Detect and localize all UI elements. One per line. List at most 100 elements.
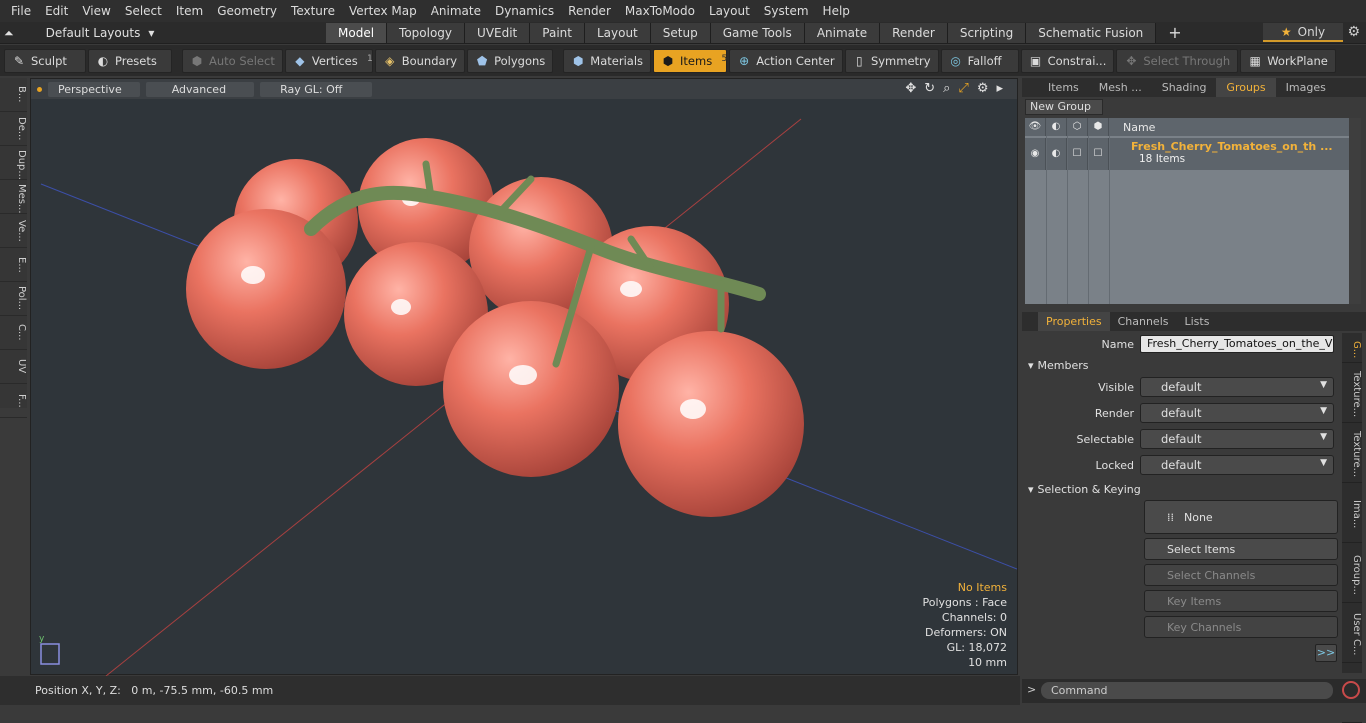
- vertices-button[interactable]: ◆ Vertices 1: [284, 48, 373, 73]
- select-items-button[interactable]: Select Items: [1144, 538, 1338, 560]
- group-row[interactable]: ◉ ◐ ☐ ☐ Fresh_Cherry_Tomatoes_on_th ... …: [1025, 138, 1349, 170]
- menu-item-geometry[interactable]: Geometry: [210, 0, 284, 22]
- menu-item-view[interactable]: View: [75, 0, 117, 22]
- layout-up-icon[interactable]: ⏶: [4, 26, 14, 41]
- side-tab[interactable]: Group...: [1342, 543, 1362, 603]
- menu-item-layout[interactable]: Layout: [702, 0, 757, 22]
- selectable-dropdown[interactable]: default ▼: [1140, 429, 1334, 449]
- key-channels-button[interactable]: Key Channels: [1144, 616, 1338, 638]
- left-tab[interactable]: Dup...: [0, 146, 27, 180]
- tomato[interactable]: [618, 331, 804, 517]
- maximize-icon[interactable]: ⤢: [958, 81, 968, 96]
- menu-item-item[interactable]: Item: [169, 0, 210, 22]
- command-input[interactable]: Command: [1041, 682, 1333, 699]
- none-button[interactable]: ⁞⁞ None: [1144, 500, 1338, 534]
- gear-icon[interactable]: ⚙: [1347, 24, 1360, 40]
- play-icon[interactable]: ▸: [996, 81, 1003, 96]
- menu-item-help[interactable]: Help: [816, 0, 857, 22]
- tab-shading[interactable]: Shading: [1152, 78, 1217, 97]
- render-icon[interactable]: ◐: [1046, 118, 1067, 136]
- tab-images[interactable]: Images: [1276, 78, 1336, 97]
- key-items-button[interactable]: Key Items: [1144, 590, 1338, 612]
- perspective-dropdown[interactable]: Perspective: [48, 81, 140, 97]
- auto-select-button[interactable]: ⬢ Auto Select: [182, 48, 283, 73]
- constraints-button[interactable]: ▣ Constrai...: [1020, 48, 1115, 73]
- tab-uvedit[interactable]: UVEdit: [465, 23, 531, 43]
- tab-properties[interactable]: Properties: [1038, 312, 1110, 331]
- symmetry-button[interactable]: ▯ Symmetry: [844, 48, 939, 73]
- tomato-vine-model[interactable]: [186, 138, 804, 517]
- items-button[interactable]: ⬢ Items 5: [653, 48, 728, 73]
- left-tab[interactable]: B...: [0, 78, 27, 112]
- name-field[interactable]: Fresh_Cherry_Tomatoes_on_the_Vine: [1140, 335, 1334, 353]
- left-tab[interactable]: C...: [0, 316, 27, 350]
- sculpt-button[interactable]: ✎ Sculpt: [4, 48, 86, 73]
- more-button[interactable]: >>: [1315, 644, 1337, 662]
- left-tab[interactable]: De...: [0, 112, 27, 146]
- side-tab[interactable]: User C...: [1342, 603, 1362, 663]
- advanced-dropdown[interactable]: Advanced: [145, 81, 255, 97]
- polygons-button[interactable]: ⬟ Polygons: [467, 48, 554, 73]
- side-tab[interactable]: G...: [1342, 333, 1362, 363]
- raygl-dropdown[interactable]: Ray GL: Off: [260, 81, 373, 97]
- left-tab[interactable]: E...: [0, 248, 27, 282]
- left-tab[interactable]: Mes...: [0, 180, 27, 214]
- gear-icon[interactable]: ⚙: [977, 81, 989, 96]
- materials-button[interactable]: ⬢ Materials: [563, 48, 652, 73]
- record-icon[interactable]: [1342, 681, 1360, 699]
- tomato[interactable]: [186, 209, 346, 369]
- layout-selector[interactable]: ⏶ Default Layouts ▾: [4, 24, 154, 42]
- select-channels-button[interactable]: Select Channels: [1144, 564, 1338, 586]
- falloff-button[interactable]: ◎ Falloff: [940, 48, 1019, 73]
- menu-item-animate[interactable]: Animate: [424, 0, 488, 22]
- side-tab[interactable]: Texture...: [1342, 423, 1362, 483]
- tab-model[interactable]: Model: [326, 23, 388, 43]
- lock-icon[interactable]: ⬡: [1067, 118, 1088, 136]
- tab-render[interactable]: Render: [880, 23, 948, 43]
- eye-icon[interactable]: ◉: [1025, 138, 1046, 170]
- left-tab[interactable]: Pol...: [0, 282, 27, 316]
- presets-button[interactable]: ◐ Presets: [88, 48, 172, 73]
- eye-icon[interactable]: 👁: [1025, 118, 1046, 136]
- left-tab[interactable]: Ve...: [0, 214, 27, 248]
- menu-item-select[interactable]: Select: [118, 0, 169, 22]
- menu-item-edit[interactable]: Edit: [38, 0, 75, 22]
- zoom-icon[interactable]: ⌕: [943, 81, 950, 96]
- action-center-button[interactable]: ⊕ Action Center: [729, 48, 843, 73]
- members-section[interactable]: ▾ Members: [1028, 357, 1340, 373]
- viewport-scene[interactable]: y: [31, 79, 1017, 676]
- menu-item-render[interactable]: Render: [561, 0, 618, 22]
- left-tab[interactable]: UV: [0, 350, 27, 384]
- viewport-menu-dot[interactable]: [37, 86, 42, 92]
- tab-topology[interactable]: Topology: [387, 23, 466, 43]
- left-tab[interactable]: F...: [0, 384, 27, 418]
- render-icon[interactable]: ◐: [1046, 138, 1067, 170]
- tab-scripting[interactable]: Scripting: [947, 23, 1027, 43]
- tab-setup[interactable]: Setup: [650, 23, 711, 43]
- tab-groups[interactable]: Groups: [1216, 78, 1276, 97]
- visible-dropdown[interactable]: default ▼: [1140, 377, 1334, 397]
- menu-item-maxtomodo[interactable]: MaxToModo: [618, 0, 702, 22]
- tab-mesh-[interactable]: Mesh ...: [1089, 78, 1152, 97]
- menu-item-vertex-map[interactable]: Vertex Map: [342, 0, 424, 22]
- menu-item-file[interactable]: File: [4, 0, 38, 22]
- checkbox[interactable]: ☐: [1067, 138, 1088, 170]
- checkbox[interactable]: ☐: [1088, 138, 1109, 170]
- select-through-button[interactable]: ✥ Select Through: [1116, 48, 1239, 73]
- side-tab[interactable]: Ima...: [1342, 483, 1362, 543]
- new-group-button[interactable]: New Group: [1025, 99, 1103, 115]
- selection-keying-section[interactable]: ▾ Selection & Keying: [1028, 481, 1340, 497]
- tab-lists[interactable]: Lists: [1177, 312, 1218, 331]
- 3d-viewport[interactable]: y Perspective Advanced Ray GL: Off ✥ ↻ ⌕…: [30, 78, 1018, 676]
- tab-channels[interactable]: Channels: [1110, 312, 1177, 331]
- tab-layout[interactable]: Layout: [584, 23, 651, 43]
- menu-item-texture[interactable]: Texture: [284, 0, 342, 22]
- tab-paint[interactable]: Paint: [530, 23, 585, 43]
- add-tab-icon[interactable]: +: [1156, 23, 1193, 43]
- tab-items[interactable]: Items: [1038, 78, 1089, 97]
- tab-schematic-fusion[interactable]: Schematic Fusion: [1026, 23, 1157, 43]
- only-toggle[interactable]: ★ Only: [1263, 23, 1343, 42]
- menu-item-dynamics[interactable]: Dynamics: [488, 0, 561, 22]
- render-dropdown[interactable]: default ▼: [1140, 403, 1334, 423]
- groups-scrollbar[interactable]: [1349, 118, 1361, 304]
